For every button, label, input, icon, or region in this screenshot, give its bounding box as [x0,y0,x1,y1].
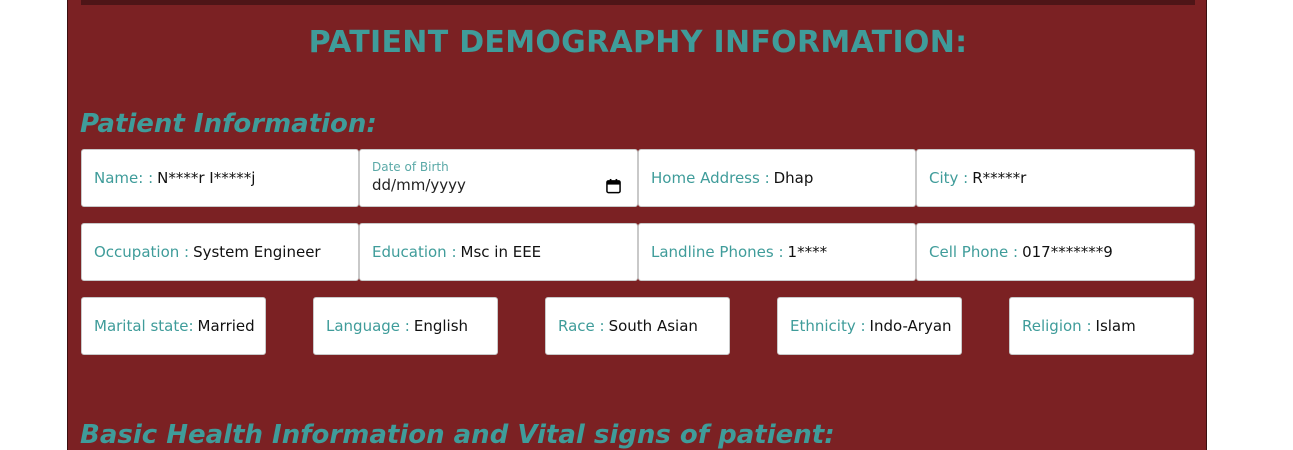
section-title-patient-info: Patient Information: [80,109,377,139]
name-label: Name: : [94,169,154,187]
race-value: South Asian [608,317,698,335]
demography-panel: PATIENT DEMOGRAPHY INFORMATION: Patient … [67,0,1207,450]
date-of-birth-input[interactable]: Date of Birth dd/mm/yyyy [359,149,638,207]
ethnicity-value: Indo-Aryan [869,317,952,335]
language-field[interactable]: Language : English [313,297,498,355]
marital-state-field[interactable]: Marital state: Married [81,297,266,355]
language-value: English [413,317,469,335]
occupation-label: Occupation : [94,243,190,261]
cell-phone-field[interactable]: Cell Phone : 017*******9 [916,223,1195,281]
cell-phone-label: Cell Phone : [929,243,1019,261]
language-label: Language : [326,317,410,335]
ethnicity-field[interactable]: Ethnicity : Indo-Aryan [777,297,962,355]
education-field[interactable]: Education : Msc in EEE [359,223,638,281]
cell-phone-value: 017*******9 [1022,243,1113,261]
top-bar [81,0,1195,5]
education-value: Msc in EEE [460,243,542,261]
name-value: N****r I*****j [157,169,256,187]
occupation-field[interactable]: Occupation : System Engineer [81,223,359,281]
name-field[interactable]: Name: : N****r I*****j [81,149,359,207]
section-title-basic-health: Basic Health Information and Vital signs… [80,420,835,450]
dob-label: Date of Birth [372,160,449,174]
education-label: Education : [372,243,457,261]
dob-placeholder: dd/mm/yyyy [372,176,466,194]
calendar-icon[interactable] [606,178,621,194]
occupation-value: System Engineer [193,243,321,261]
landline-phones-field[interactable]: Landline Phones : 1**** [638,223,916,281]
race-label: Race : [558,317,605,335]
landline-value: 1**** [787,243,828,261]
home-address-label: Home Address : [651,169,770,187]
landline-label: Landline Phones : [651,243,784,261]
home-address-field[interactable]: Home Address : Dhap [638,149,916,207]
ethnicity-label: Ethnicity : [790,317,866,335]
city-label: City : [929,169,969,187]
city-field[interactable]: City : R*****r [916,149,1195,207]
home-address-value: Dhap [773,169,814,187]
marital-label: Marital state: [94,317,194,335]
marital-value: Married [197,317,255,335]
religion-value: Islam [1095,317,1136,335]
page-title: PATIENT DEMOGRAPHY INFORMATION: [308,25,968,60]
city-value: R*****r [972,169,1027,187]
religion-label: Religion : [1022,317,1092,335]
religion-field[interactable]: Religion : Islam [1009,297,1194,355]
race-field[interactable]: Race : South Asian [545,297,730,355]
